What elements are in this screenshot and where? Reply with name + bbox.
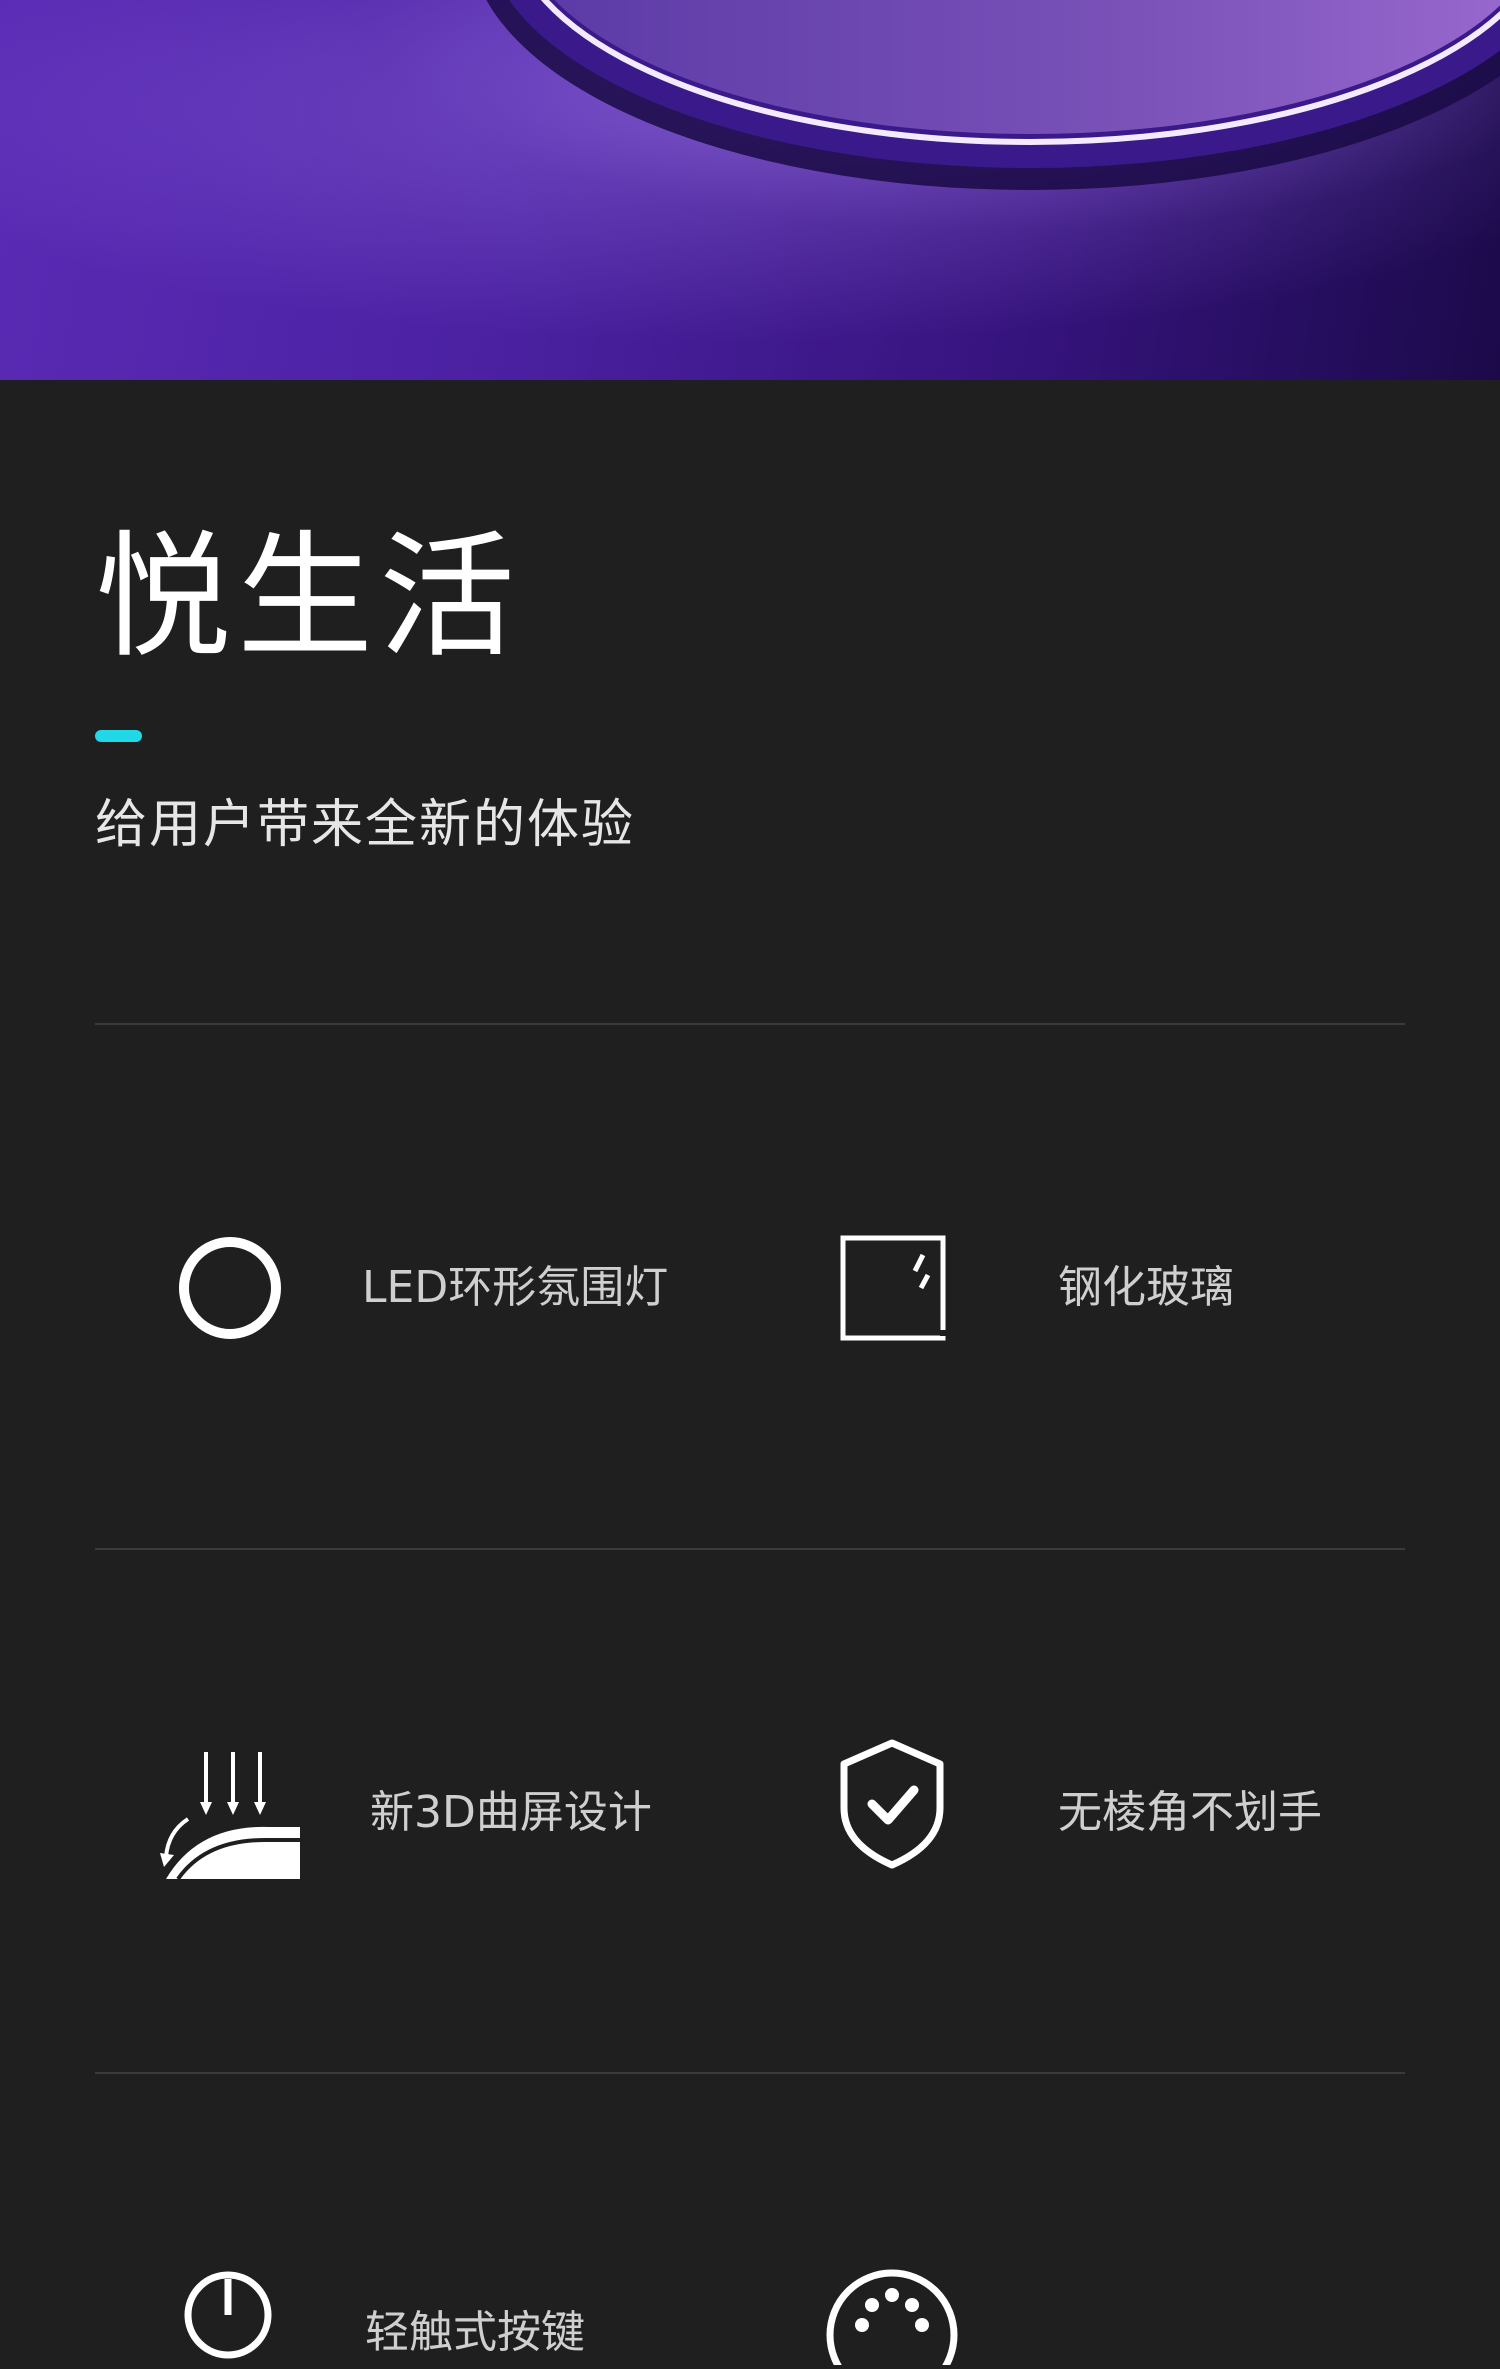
title-accent-bar: [95, 730, 142, 742]
dots-dial-icon: [822, 2265, 962, 2369]
divider: [95, 2072, 1405, 2074]
feature-section: 悦生活 给用户带来全新的体验 LED环形氛围灯 钢化玻璃 新3D曲屏设计 无棱角…: [0, 380, 1500, 2369]
curved-screen-icon: [158, 1747, 308, 1891]
hero-device-illustration: [0, 0, 1500, 380]
feature-label: 轻触式按键: [365, 2307, 585, 2358]
glass-panel-icon: [838, 1233, 948, 1347]
section-subtitle: 给用户带来全新的体验: [95, 795, 636, 855]
ring-light-icon: [175, 1233, 285, 1347]
feature-label: LED环形氛围灯: [362, 1262, 669, 1313]
feature-label: 钢化玻璃: [1058, 1262, 1234, 1313]
divider: [95, 1548, 1405, 1550]
shield-check-icon: [836, 1738, 948, 1874]
feature-label: 新3D曲屏设计: [370, 1787, 652, 1838]
section-title: 悦生活: [95, 519, 521, 677]
power-button-icon: [178, 2265, 278, 2369]
divider: [95, 1023, 1405, 1025]
hero-banner-image: [0, 0, 1500, 380]
feature-label: 无棱角不划手: [1058, 1787, 1322, 1838]
